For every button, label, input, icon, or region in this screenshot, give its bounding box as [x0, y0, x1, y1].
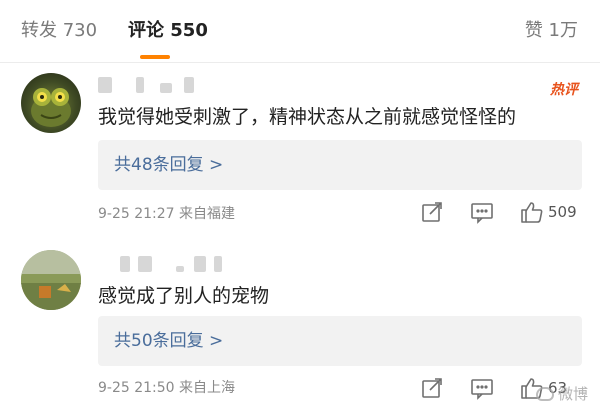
redaction-block — [136, 77, 144, 93]
view-replies-link[interactable]: 共50条回复 > — [114, 328, 223, 354]
redaction-block — [194, 256, 206, 272]
redaction-block — [98, 77, 112, 93]
weibo-logo-icon — [535, 387, 554, 401]
comment-item: 热评 我觉得她受刺激了，精神状态从之前就感觉怪怪的 共48条回复 > 9-25 … — [0, 63, 600, 238]
comment-text: 我觉得她受刺激了，精神状态从之前就感觉怪怪的 — [98, 106, 517, 128]
comment-icon[interactable] — [470, 376, 494, 400]
replies-box[interactable]: 共48条回复 > — [98, 140, 582, 190]
share-icon[interactable] — [420, 200, 444, 224]
hot-comment-badge: 热评 — [550, 82, 578, 98]
redaction-block — [160, 83, 172, 93]
replies-box[interactable]: 共50条回复 > — [98, 316, 582, 366]
view-replies-link[interactable]: 共48条回复 > — [114, 152, 223, 178]
tab-comment[interactable]: 评论 550 — [128, 18, 208, 44]
redaction-block — [214, 256, 222, 272]
redaction-block — [176, 266, 184, 272]
like-count: 509 — [548, 203, 577, 221]
landscape-avatar-icon[interactable] — [21, 250, 81, 310]
frog-avatar-icon[interactable] — [21, 73, 81, 133]
comment-tabs-bar: 转发 730 评论 550 赞 1万 — [0, 0, 600, 62]
tab-like[interactable]: 赞 1万 — [525, 18, 578, 44]
redaction-block — [138, 256, 152, 272]
share-icon[interactable] — [420, 376, 444, 400]
tab-repost[interactable]: 转发 730 — [21, 18, 97, 44]
weibo-watermark: 微博 — [535, 383, 588, 404]
thumbs-up-icon[interactable] — [520, 200, 544, 224]
watermark-text: 微博 — [557, 385, 588, 403]
comment-meta: 9-25 21:50 来自上海 — [98, 380, 236, 396]
redaction-block — [120, 256, 130, 272]
comment-text: 感觉成了别人的宠物 — [98, 285, 270, 307]
comment-actions: 509 — [420, 200, 582, 224]
comment-item: 感觉成了别人的宠物 共50条回复 > 9-25 21:50 来自上海 63 — [0, 238, 600, 408]
active-tab-indicator — [140, 55, 170, 59]
comment-meta: 9-25 21:27 来自福建 — [98, 206, 236, 222]
redaction-block — [184, 77, 194, 93]
comment-icon[interactable] — [470, 200, 494, 224]
